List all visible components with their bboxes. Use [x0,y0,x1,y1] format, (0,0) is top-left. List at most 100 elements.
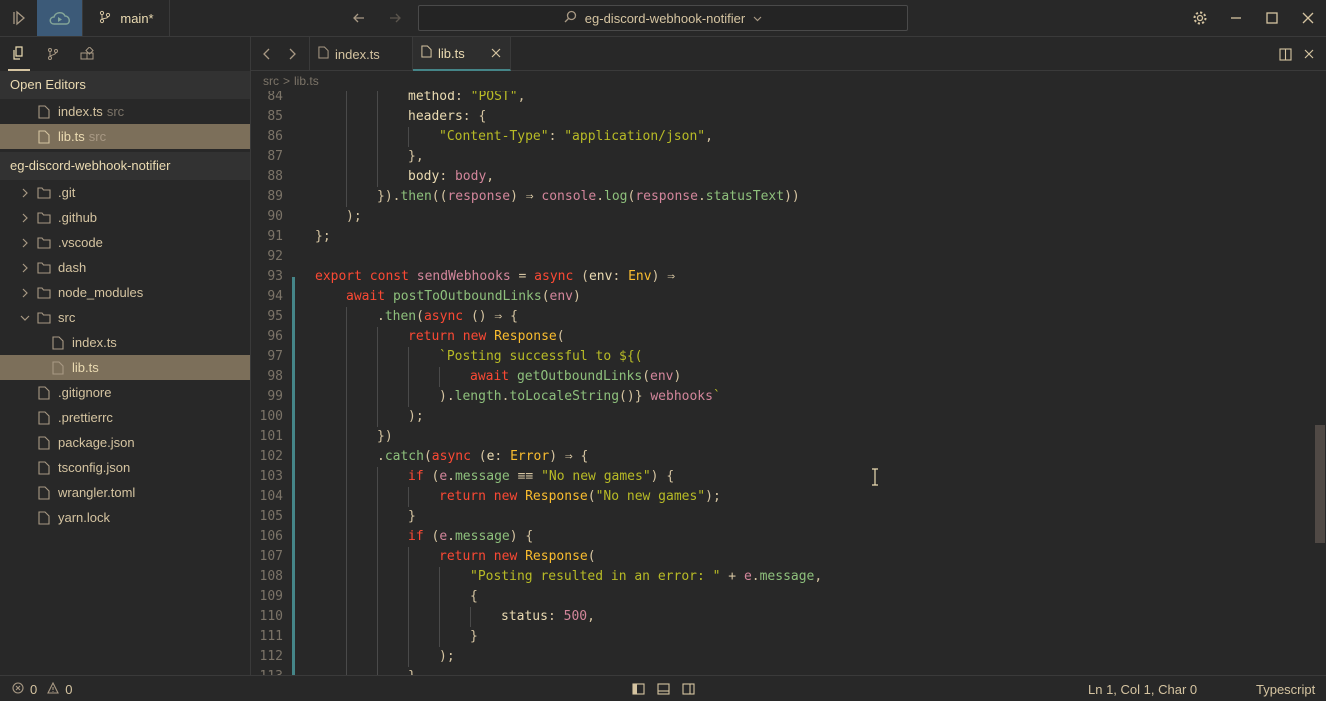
tab-label: index.ts [335,46,380,62]
tree-item-git[interactable]: .git [0,180,250,205]
tree-item-node-modules[interactable]: node_modules [0,280,250,305]
code-line[interactable]: 84 method: "POST", [251,91,1311,107]
code-line[interactable]: 96 return new Response( [251,327,1311,347]
extensions-tab-icon[interactable] [76,37,98,71]
code-line[interactable]: 109 { [251,587,1311,607]
open-editor-item-lib[interactable]: lib.ts src [0,124,250,149]
code-line[interactable]: 97 `Posting successful to ${( [251,347,1311,367]
indent-guide [377,91,378,107]
tree-item-package-json[interactable]: package.json [0,430,250,455]
breadcrumb-dir[interactable]: src [263,74,279,88]
gear-icon[interactable] [1189,0,1211,36]
tree-item-gitignore[interactable]: .gitignore [0,380,250,405]
indent-guide [408,487,409,507]
code-line[interactable]: 99).length.toLocaleString()} webhooks` [251,387,1311,407]
cloud-play-icon[interactable] [37,0,82,36]
project-search[interactable]: eg-discord-webhook-notifier [418,5,908,31]
code-line[interactable]: 104 return new Response("No new games"); [251,487,1311,507]
indent-guide [346,407,347,427]
code-line[interactable]: 110 status: 500, [251,607,1311,627]
code-line[interactable]: 106 if (e.message) { [251,527,1311,547]
line-number: 99 [267,389,283,404]
code-line[interactable]: 89}).then((response) ⇒ console.log(respo… [251,187,1311,207]
toggle-bottom-dock-icon[interactable] [657,676,670,701]
code-line[interactable]: 86 "Content-Type": "application/json", [251,127,1311,147]
project-header[interactable]: eg-discord-webhook-notifier [0,152,250,180]
tab-lib-ts[interactable]: lib.ts [413,37,511,71]
line-number: 103 [259,469,283,484]
chevron-left-icon[interactable] [255,37,279,71]
tree-item-github[interactable]: .github [0,205,250,230]
indent-guide [439,607,440,627]
tree-item-prettierrc[interactable]: .prettierrc [0,405,250,430]
chevron-right-icon[interactable] [280,37,304,71]
code-text: } [470,629,478,644]
code-line[interactable]: 87}, [251,147,1311,167]
code-line[interactable]: 101}) [251,427,1311,447]
tree-item-vscode[interactable]: .vscode [0,230,250,255]
indent-guide [408,607,409,627]
indent-guide [346,307,347,327]
code-line[interactable]: 108 "Posting resulted in an error: " + e.… [251,567,1311,587]
run-icon[interactable] [8,0,30,36]
editor-scrollbar-thumb[interactable] [1315,425,1325,543]
files-tab-icon[interactable] [8,37,30,71]
toggle-right-dock-icon[interactable] [682,676,695,701]
code-line[interactable]: 113} [251,667,1311,675]
close-pane-icon[interactable] [1298,37,1320,71]
code-line[interactable]: 100); [251,407,1311,427]
code-line[interactable]: 90); [251,207,1311,227]
code-line[interactable]: 85 headers: { [251,107,1311,127]
code-line[interactable]: 107 return new Response( [251,547,1311,567]
file-icon [36,129,52,145]
code-line[interactable]: 94 await postToOutboundLinks(env) [251,287,1311,307]
breadcrumb-file[interactable]: lib.ts [294,74,319,88]
code-line[interactable]: 111} [251,627,1311,647]
diagnostics[interactable]: 0 0 [12,676,72,701]
tree-item-index-ts[interactable]: index.ts [0,330,250,355]
tree-item-wrangler-toml[interactable]: wrangler.toml [0,480,250,505]
code-line[interactable]: 88 body: body, [251,167,1311,187]
open-editor-name: lib.ts [58,129,85,144]
code-editor[interactable]: 84 method: "POST", 85 headers: {86 "Content-… [251,91,1326,675]
tree-item-dash[interactable]: dash [0,255,250,280]
language-selector[interactable]: Typescript [1256,676,1315,701]
forward-arrow-icon[interactable] [384,0,406,36]
branch-name: main* [120,10,154,26]
code-line[interactable]: 93 export const sendWebhooks = async (env… [251,267,1311,287]
cursor-position[interactable]: Ln 1, Col 1, Char 0 [1088,676,1197,701]
source-control-tab-icon[interactable] [42,37,64,71]
minimize-icon[interactable] [1225,0,1247,36]
code-line[interactable]: 105} [251,507,1311,527]
code-line[interactable]: 95 .then(async () ⇒ { [251,307,1311,327]
open-editors-header[interactable]: Open Editors [0,71,250,99]
open-editor-item-index[interactable]: index.ts src [0,99,250,124]
line-number: 91 [267,229,283,244]
code-line[interactable]: 92 [251,247,1311,267]
code-line[interactable]: 103 if (e.message ≡≡ "No new games") { [251,467,1311,487]
line-number: 108 [259,569,283,584]
tree-item-label: .prettierrc [58,410,113,425]
tree-item-lib-ts[interactable]: lib.ts [0,355,250,380]
line-number: 104 [259,489,283,504]
tree-item-tsconfig-json[interactable]: tsconfig.json [0,455,250,480]
maximize-icon[interactable] [1261,0,1283,36]
tree-item-yarn-lock[interactable]: yarn.lock [0,505,250,530]
tree-item-label: .github [58,210,98,225]
tab-index-ts[interactable]: index.ts [309,37,413,71]
code-line[interactable]: 112); [251,647,1311,667]
line-number: 95 [267,309,283,324]
code-line[interactable]: 102 .catch(async (e: Error) ⇒ { [251,447,1311,467]
code-text: if (e.message) { [408,529,534,544]
code-line[interactable]: 98 await getOutboundLinks(env) [251,367,1311,387]
toggle-left-dock-icon[interactable] [632,676,645,701]
tree-item-src[interactable]: src [0,305,250,330]
back-arrow-icon[interactable] [348,0,370,36]
folder-icon [36,260,52,276]
split-editor-icon[interactable] [1274,37,1296,71]
close-window-icon[interactable] [1297,0,1319,36]
branch-selector[interactable]: main* [82,0,170,36]
code-line[interactable]: 91}; [251,227,1311,247]
indent-guide [346,467,347,487]
close-tab-icon[interactable] [491,48,501,58]
